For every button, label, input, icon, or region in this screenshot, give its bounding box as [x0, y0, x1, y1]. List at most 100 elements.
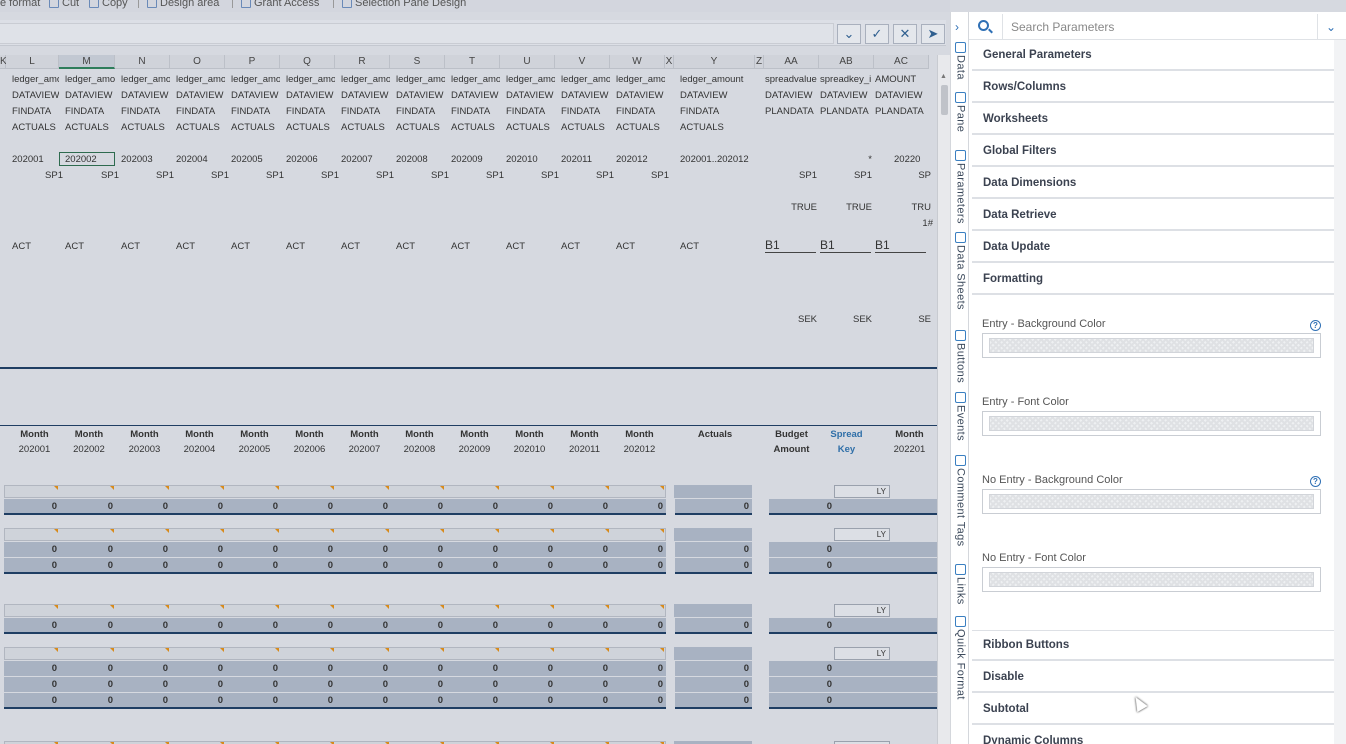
color-picker[interactable] [982, 489, 1321, 514]
period-cell[interactable]: 202006 [286, 154, 341, 165]
param-header-cell[interactable]: AMOUNT [875, 74, 937, 85]
value-cell[interactable]: 0 [500, 501, 553, 512]
findata-cell[interactable]: FINDATA [680, 106, 755, 117]
act-cell[interactable]: ACT [65, 241, 115, 252]
value-cell[interactable]: 0 [6, 544, 57, 555]
month-period-header[interactable]: 202007 [335, 444, 394, 455]
value-cell[interactable]: 0 [115, 679, 168, 690]
expand-formula-button[interactable]: ⌄ [837, 24, 861, 44]
findata-cell[interactable]: FINDATA [561, 106, 610, 117]
help-icon[interactable]: ? [1310, 476, 1321, 487]
value-cell[interactable]: 0 [555, 560, 608, 571]
value-cell[interactable]: 0 [59, 663, 113, 674]
value-cell[interactable]: 0 [170, 560, 223, 571]
grant-access-button[interactable]: Grant Access [241, 0, 319, 9]
period-cell[interactable]: 20220 [894, 154, 934, 165]
period-cell[interactable]: 202003 [121, 154, 176, 165]
color-picker[interactable] [982, 411, 1321, 436]
spread-header[interactable]: Spread [819, 429, 874, 440]
value-cell[interactable]: 0 [555, 679, 608, 690]
value-cell[interactable]: 0 [335, 620, 388, 631]
act-cell[interactable]: ACT [506, 241, 555, 252]
value-cell[interactable]: 0 [769, 695, 832, 706]
column-header-t[interactable]: T [445, 55, 500, 69]
act-cell[interactable]: ACT [231, 241, 280, 252]
month-header[interactable]: Month [280, 429, 339, 440]
value-cell[interactable]: 0 [390, 663, 443, 674]
month-period-header[interactable]: 202008 [390, 444, 449, 455]
value-cell[interactable]: 0 [390, 501, 443, 512]
period-cell[interactable]: 202004 [176, 154, 231, 165]
value-cell[interactable]: 0 [555, 501, 608, 512]
findata-cell[interactable]: FINDATA [396, 106, 445, 117]
value-cell[interactable]: 0 [445, 560, 498, 571]
column-header-x[interactable]: X [665, 55, 674, 69]
value-cell[interactable]: 0 [675, 501, 749, 512]
value-cell[interactable]: 0 [170, 544, 223, 555]
value-cell[interactable]: 0 [769, 620, 832, 631]
value-cell[interactable]: 0 [610, 544, 663, 555]
value-cell[interactable]: 0 [500, 695, 553, 706]
value-cell[interactable]: 0 [390, 695, 443, 706]
vtab-links[interactable]: Links [951, 564, 970, 605]
value-cell[interactable]: 0 [555, 620, 608, 631]
value-cell[interactable]: 0 [335, 501, 388, 512]
value-cell[interactable]: 0 [115, 501, 168, 512]
value-cell[interactable]: 0 [675, 620, 749, 631]
value-cell[interactable]: 0 [769, 501, 832, 512]
value-cell[interactable]: 0 [6, 501, 57, 512]
period-cell[interactable]: 202007 [341, 154, 396, 165]
period-cell[interactable]: 202010 [506, 154, 561, 165]
vtab-events[interactable]: Events [951, 392, 970, 441]
param-header-cell[interactable]: spreadvalue [765, 74, 820, 85]
cancel-formula-button[interactable]: ✕ [893, 24, 917, 44]
value-cell[interactable]: 0 [225, 560, 278, 571]
month-period-header[interactable]: 202001 [6, 444, 63, 455]
month-period-header[interactable]: 202011 [555, 444, 614, 455]
spread-profile-cell[interactable]: SP1 [390, 170, 449, 181]
vtab-parameters[interactable]: Parameters [951, 150, 970, 224]
findata-cell[interactable]: FINDATA [451, 106, 500, 117]
spread-profile-cell[interactable]: SP1 [335, 170, 394, 181]
value-cell[interactable]: 0 [769, 663, 832, 674]
value-cell[interactable]: 0 [769, 679, 832, 690]
spread-key-dropdown[interactable]: LY [834, 647, 890, 660]
spread-profile-cell[interactable]: SP1 [170, 170, 229, 181]
column-header-aa[interactable]: AA [764, 55, 819, 69]
actuals-cell[interactable]: ACTUALS [396, 122, 445, 133]
spread-profile-cell[interactable]: SP1 [764, 170, 817, 181]
section-formatting[interactable]: Formatting [972, 264, 1334, 295]
spread-profile-cell[interactable]: SP1 [115, 170, 174, 181]
month-period-header[interactable]: 202005 [225, 444, 284, 455]
true-cell[interactable]: TRUE [819, 202, 872, 213]
value-cell[interactable]: 0 [500, 560, 553, 571]
month-header[interactable]: Month [610, 429, 669, 440]
value-cell[interactable]: 0 [390, 620, 443, 631]
value-cell[interactable]: 0 [6, 620, 57, 631]
month-period-header[interactable]: 202004 [170, 444, 229, 455]
column-header-u[interactable]: U [500, 55, 555, 69]
value-cell[interactable]: 0 [445, 544, 498, 555]
ledger-header-cell[interactable]: ledger_amo [451, 74, 500, 85]
value-cell[interactable]: 0 [610, 560, 663, 571]
period-cell[interactable]: 202005 [231, 154, 286, 165]
dataview-cell[interactable]: DATAVIEW [12, 90, 59, 101]
act-cell[interactable]: ACT [561, 241, 610, 252]
column-header-l[interactable]: L [6, 55, 59, 69]
value-cell[interactable]: 0 [170, 695, 223, 706]
actuals-cell[interactable]: ACTUALS [12, 122, 59, 133]
value-cell[interactable]: 0 [445, 620, 498, 631]
actuals-cell[interactable]: ACTUALS [286, 122, 335, 133]
design-area-button[interactable]: Design area [147, 0, 219, 9]
dataview-cell[interactable]: DATAVIEW [176, 90, 225, 101]
currency-cell[interactable]: SEK [764, 314, 817, 325]
actuals-cell[interactable]: ACTUALS [506, 122, 555, 133]
wildcard-cell[interactable]: * [819, 154, 872, 165]
budget-header[interactable]: Budget [764, 429, 819, 440]
dataview-cell[interactable]: DATAVIEW [820, 90, 875, 101]
budget-amount-header[interactable]: Amount [764, 444, 819, 455]
color-picker[interactable] [982, 333, 1321, 358]
value-cell[interactable]: 0 [500, 620, 553, 631]
value-cell[interactable]: 0 [59, 501, 113, 512]
actuals-cell[interactable]: ACTUALS [680, 122, 755, 133]
